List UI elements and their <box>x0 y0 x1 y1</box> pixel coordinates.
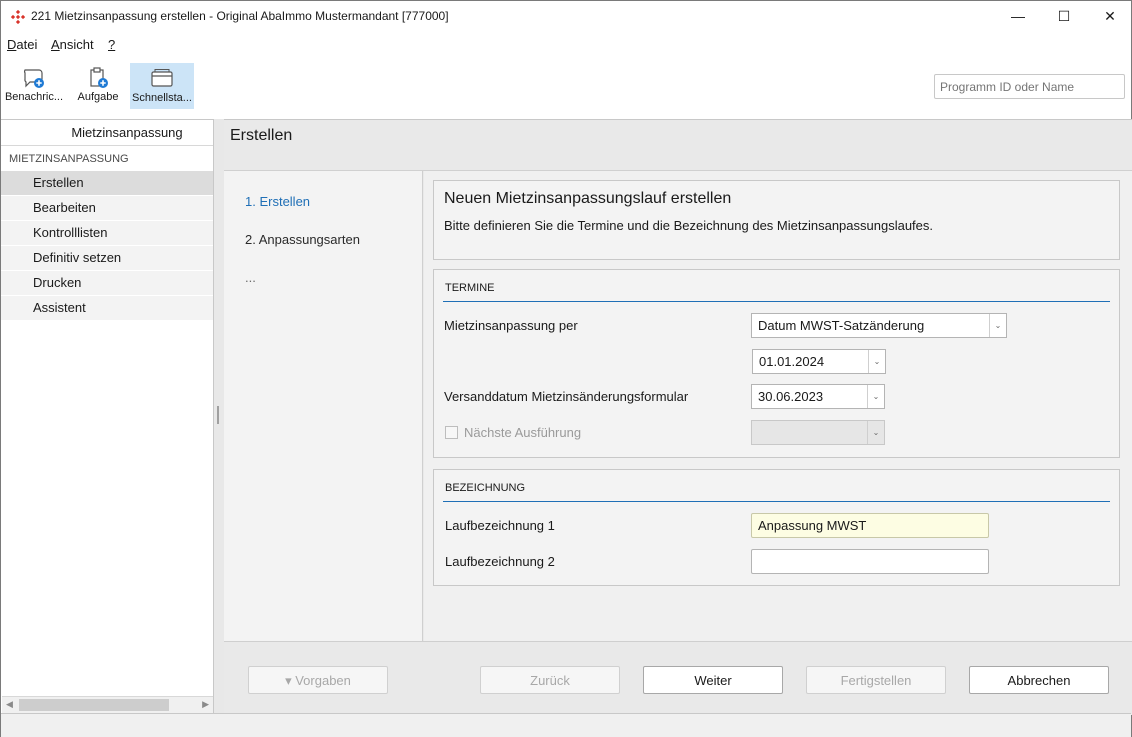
per-label: Mietzinsanpassung per <box>444 318 578 333</box>
step-more: ... <box>245 270 256 285</box>
back-button[interactable]: Zurück <box>480 666 620 694</box>
termine-divider <box>443 301 1110 302</box>
termine-heading: TERMINE <box>445 282 495 294</box>
bezeichnung-divider <box>443 501 1110 502</box>
next-execution-date-picker: ⌄ <box>751 420 885 445</box>
left-nav-header: Mietzinsanpassung <box>1 120 213 146</box>
left-nav-section-title: MIETZINSANPASSUNG <box>9 153 129 165</box>
intro-title: Neuen Mietzinsanpassungslauf erstellen <box>444 190 732 207</box>
wizard-form-area: Neuen Mietzinsanpassungslauf erstellen B… <box>424 171 1132 641</box>
schnellstart-button[interactable]: Schnellsta... <box>130 63 194 109</box>
nav-item-definitiv-setzen[interactable]: Definitiv setzen <box>1 246 213 271</box>
menu-ansicht-mnemonic: A <box>51 37 60 52</box>
intro-box: Neuen Mietzinsanpassungslauf erstellen B… <box>433 180 1120 260</box>
chevron-down-icon[interactable]: ⌄ <box>868 350 885 373</box>
vorgaben-button[interactable]: ▾ Vorgaben <box>248 666 388 694</box>
menu-help[interactable]: ? <box>108 37 115 52</box>
versand-date-picker[interactable]: 30.06.2023 ⌄ <box>751 384 885 409</box>
left-nav-panel: Mietzinsanpassung MIETZINSANPASSUNG Erst… <box>1 119 214 713</box>
close-button[interactable]: ✕ <box>1087 1 1132 31</box>
step-erstellen[interactable]: 1. Erstellen <box>245 194 310 209</box>
nav-item-kontrolllisten[interactable]: Kontrolllisten <box>1 221 213 246</box>
bezeichnung-heading: BEZEICHNUNG <box>445 482 526 494</box>
chevron-down-icon[interactable]: ⌄ <box>989 314 1006 337</box>
menu-datei-mnemonic: D <box>7 37 17 52</box>
schnellstart-label: Schnellsta... <box>132 92 192 104</box>
minimize-icon: — <box>1011 8 1025 24</box>
next-execution-checkbox[interactable] <box>445 426 458 439</box>
nav-item-bearbeiten[interactable]: Bearbeiten <box>1 196 213 221</box>
maximize-icon: ☐ <box>1057 7 1071 24</box>
lauf1-input[interactable]: Anpassung MWST <box>751 513 989 538</box>
app-window: 221 Mietzinsanpassung erstellen - Origin… <box>0 0 1132 737</box>
benachrichtigung-button[interactable]: Benachric... <box>3 63 65 109</box>
minimize-button[interactable]: — <box>995 1 1041 31</box>
wizard-footer: ▾ Vorgaben Zurück Weiter Fertigstellen A… <box>224 641 1132 715</box>
lauf2-input[interactable] <box>751 549 989 574</box>
menu-ansicht[interactable]: Ansicht <box>51 37 94 52</box>
termine-group: TERMINE Mietzinsanpassung per Datum MWST… <box>433 269 1120 458</box>
menu-bar: Datei Ansicht ? <box>1 34 301 56</box>
intro-subtitle: Bitte definieren Sie die Termine und die… <box>444 218 934 233</box>
versand-label: Versanddatum Mietzinsänderungsformular <box>444 389 689 404</box>
menu-help-mnemonic: ? <box>108 37 116 52</box>
per-select-value: Datum MWST-Satzänderung <box>758 318 925 333</box>
program-search-input[interactable] <box>934 74 1125 99</box>
main-area: Erstellen 1. Erstellen 2. Anpassungsarte… <box>224 119 1132 715</box>
menu-datei[interactable]: Datei <box>7 37 37 52</box>
finish-button[interactable]: Fertigstellen <box>806 666 946 694</box>
date-picker-value: 01.01.2024 <box>759 354 825 369</box>
status-bar <box>1 713 1131 737</box>
step-anpassungsarten[interactable]: 2. Anpassungsarten <box>245 232 360 247</box>
window-title: 221 Mietzinsanpassung erstellen - Origin… <box>31 9 449 23</box>
versand-date-value: 30.06.2023 <box>758 389 824 404</box>
close-icon: ✕ <box>1104 7 1116 24</box>
aufgabe-label: Aufgabe <box>77 91 119 103</box>
cancel-button[interactable]: Abbrechen <box>969 666 1109 694</box>
left-nav-horizontal-scrollbar[interactable]: ◀ ▶ <box>2 696 213 713</box>
chevron-down-icon[interactable]: ⌄ <box>867 385 884 408</box>
scroll-right-icon[interactable]: ▶ <box>202 699 209 710</box>
next-execution-label: Nächste Ausführung <box>464 425 582 440</box>
nav-item-drucken[interactable]: Drucken <box>1 271 213 296</box>
clipboard-add-icon <box>90 67 108 88</box>
scroll-left-icon[interactable]: ◀ <box>6 699 13 710</box>
wizard-steps: 1. Erstellen 2. Anpassungsarten ... <box>224 171 423 641</box>
aufgabe-button[interactable]: Aufgabe <box>73 63 123 109</box>
abacus-logo-icon <box>11 10 25 24</box>
title-bar: 221 Mietzinsanpassung erstellen - Origin… <box>1 1 1131 33</box>
nav-item-erstellen[interactable]: Erstellen <box>1 171 213 196</box>
chat-bubble-add-icon <box>24 69 44 88</box>
menu-ansicht-rest: nsicht <box>59 37 94 52</box>
wizard-content: 1. Erstellen 2. Anpassungsarten ... Neue… <box>224 170 1132 715</box>
next-button[interactable]: Weiter <box>643 666 783 694</box>
menu-datei-rest: atei <box>16 37 38 52</box>
panel-splitter[interactable] <box>214 119 224 713</box>
nav-item-assistent[interactable]: Assistent <box>1 296 213 321</box>
chevron-down-icon: ⌄ <box>867 421 884 444</box>
splitter-grip-icon <box>217 406 219 424</box>
maximize-button[interactable]: ☐ <box>1041 1 1087 31</box>
lauf1-label: Laufbezeichnung 1 <box>445 518 555 533</box>
scrollbar-thumb[interactable] <box>19 699 169 711</box>
toolbar: Benachric... Aufgabe Schnellsta... <box>1 59 1131 119</box>
per-select[interactable]: Datum MWST-Satzänderung ⌄ <box>751 313 1007 338</box>
date-picker[interactable]: 01.01.2024 ⌄ <box>752 349 886 374</box>
bezeichnung-group: BEZEICHNUNG Laufbezeichnung 1 Anpassung … <box>433 469 1120 586</box>
benachrichtigung-label: Benachric... <box>4 91 64 103</box>
window-icon <box>151 69 173 87</box>
lauf2-label: Laufbezeichnung 2 <box>445 554 555 569</box>
page-title: Erstellen <box>230 127 293 144</box>
